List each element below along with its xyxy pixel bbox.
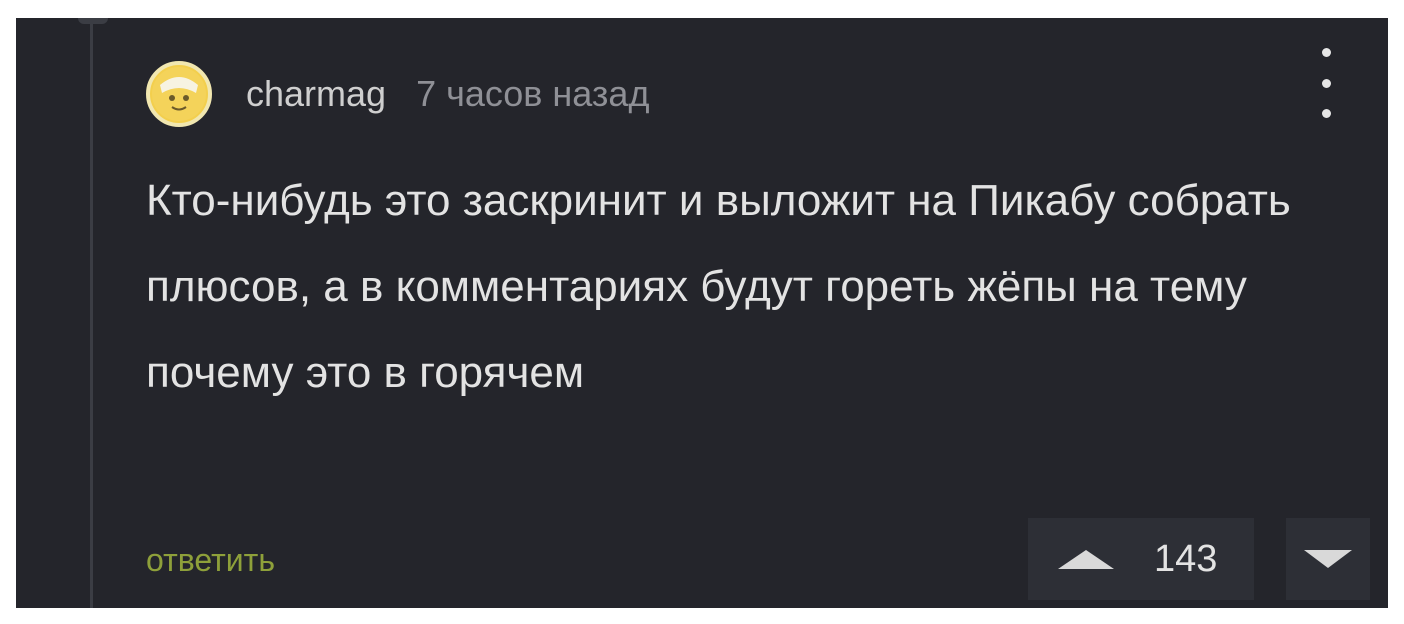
comment-author[interactable]: charmag (246, 73, 386, 115)
comment-text: Кто-нибудь это заскринит и выложит на Пи… (146, 176, 1291, 397)
menu-dot (1321, 48, 1331, 57)
rating-control: 143 (1028, 518, 1254, 600)
downvote-button[interactable] (1286, 518, 1370, 600)
more-vertical-icon[interactable] (1314, 48, 1338, 118)
menu-dot (1321, 78, 1331, 88)
thread-line[interactable] (90, 18, 93, 608)
comment-timestamp[interactable]: 7 часов назад (416, 73, 649, 115)
thread-line-cap (78, 18, 108, 24)
comment-header: charmag 7 часов назад (146, 54, 649, 134)
reply-link[interactable]: ответить (146, 542, 275, 579)
avatar-image (152, 67, 206, 121)
triangle-down-icon (1304, 550, 1352, 568)
triangle-up-icon[interactable] (1058, 549, 1114, 569)
avatar-icon[interactable] (146, 61, 212, 127)
rating-count: 143 (1154, 537, 1218, 580)
comment-card: charmag 7 часов назад Кто-нибудь это зас… (16, 18, 1388, 608)
menu-dot (1321, 109, 1331, 118)
